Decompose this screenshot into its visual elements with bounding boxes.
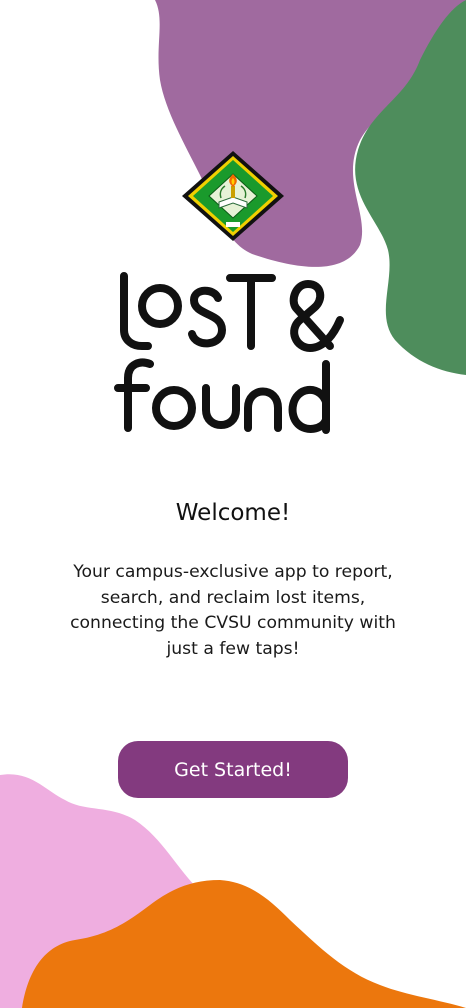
- welcome-screen: Welcome! Your campus-exclusive app to re…: [0, 0, 466, 1008]
- welcome-title: Welcome!: [175, 500, 291, 526]
- university-seal-logo: [182, 151, 284, 241]
- lost-and-found-wordmark: [114, 272, 344, 434]
- get-started-button[interactable]: Get Started!: [118, 741, 348, 798]
- welcome-description: Your campus-exclusive app to report, sea…: [70, 562, 396, 659]
